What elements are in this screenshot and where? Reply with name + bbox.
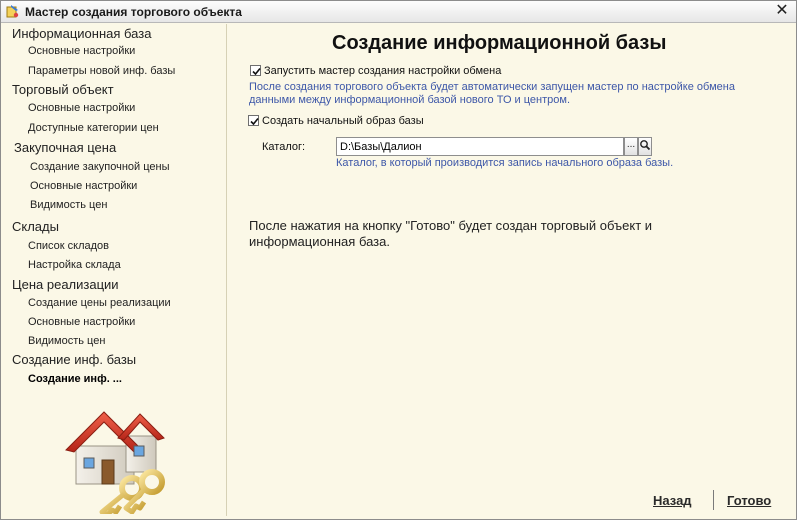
nav-section-sale-price[interactable]: Цена реализации [12, 277, 119, 292]
finish-button[interactable]: Готово [727, 493, 771, 508]
browse-button[interactable]: ... [624, 137, 638, 156]
footer-separator [713, 490, 714, 510]
nav-item-purchase-price-visibility[interactable]: Видимость цен [30, 199, 107, 211]
page-title: Создание информационной базы [332, 32, 667, 54]
nav-item-new-infobase-params[interactable]: Параметры новой инф. базы [28, 65, 175, 77]
create-initial-image-checkbox[interactable]: Создать начальный образ базы [248, 115, 424, 127]
nav-section-trade-object[interactable]: Торговый объект [12, 82, 114, 97]
final-note: После нажатия на кнопку "Готово" будет с… [249, 218, 729, 250]
final-note-line-1: После нажатия на кнопку "Готово" будет с… [249, 218, 653, 233]
nav-item-purchase-main-settings[interactable]: Основные настройки [30, 180, 137, 192]
nav-item-warehouse-list[interactable]: Список складов [28, 240, 109, 252]
nav-item-sale-main-settings[interactable]: Основные настройки [28, 316, 135, 328]
wizard-page: Создание информационной базы Запустить м… [228, 24, 796, 519]
nav-section-infobase[interactable]: Информационная база [12, 26, 151, 41]
checkbox-checked-icon[interactable] [250, 65, 261, 76]
app-icon [5, 4, 20, 19]
nav-item-trade-object-main-settings[interactable]: Основные настройки [28, 102, 135, 114]
nav-item-create-infobase-current[interactable]: Создание инф. ... [28, 373, 122, 385]
window-title: Мастер создания торгового объекта [25, 5, 242, 19]
wizard-window: Мастер создания торгового объекта ✕ Инфо… [0, 0, 797, 520]
run-exchange-wizard-checkbox[interactable]: Запустить мастер создания настройки обме… [250, 65, 501, 77]
nav-item-price-categories[interactable]: Доступные категории цен [28, 122, 159, 134]
exchange-hint-line-2: данными между информационной базой новог… [249, 94, 571, 106]
checkbox-checked-icon[interactable] [248, 115, 259, 126]
nav-item-sale-price-visibility[interactable]: Видимость цен [28, 335, 105, 347]
nav-item-create-sale-price[interactable]: Создание цены реализации [28, 297, 171, 309]
catalog-hint: Каталог, в который производится запись н… [336, 157, 674, 169]
create-initial-image-label: Создать начальный образ базы [262, 115, 424, 127]
title-bar: Мастер создания торгового объекта ✕ [1, 1, 796, 23]
nav-item-warehouse-settings[interactable]: Настройка склада [28, 259, 121, 271]
back-button[interactable]: Назад [653, 493, 692, 508]
house-with-keys-icon [65, 411, 165, 514]
magnifier-icon [640, 140, 651, 151]
search-button[interactable] [638, 137, 652, 156]
close-button[interactable]: ✕ [774, 3, 790, 19]
exchange-hint-line-1: После создания торгового объекта будет а… [249, 81, 735, 93]
wizard-navigation: Информационная база Основные настройки П… [2, 24, 227, 516]
catalog-label: Каталог: [262, 141, 306, 153]
nav-item-infobase-main-settings[interactable]: Основные настройки [28, 45, 135, 57]
nav-section-create-infobase[interactable]: Создание инф. базы [12, 352, 136, 367]
nav-section-warehouses[interactable]: Склады [12, 219, 59, 234]
nav-item-create-purchase-price[interactable]: Создание закупочной цены [30, 161, 170, 173]
run-exchange-wizard-label: Запустить мастер создания настройки обме… [264, 65, 502, 77]
final-note-line-2: информационная база. [249, 234, 390, 249]
catalog-path-input[interactable] [336, 137, 624, 156]
nav-section-purchase-price[interactable]: Закупочная цена [14, 140, 116, 155]
